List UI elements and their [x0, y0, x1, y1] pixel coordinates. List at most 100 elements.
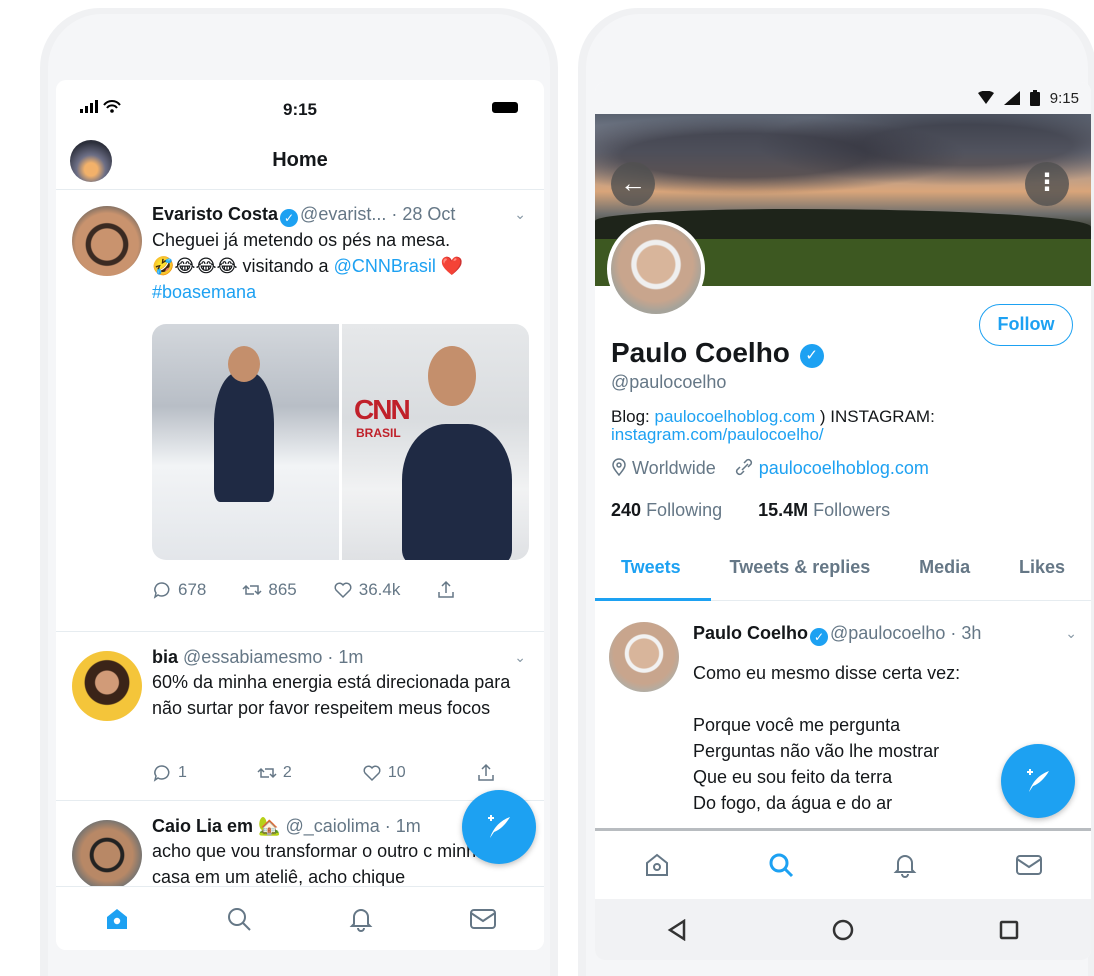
chevron-down-icon[interactable]: ⌄ — [1065, 620, 1077, 646]
tweet-header: bia @essabiamesmo · 1m — [152, 645, 526, 669]
home-icon[interactable] — [642, 850, 672, 880]
notifications-icon[interactable] — [346, 904, 376, 934]
tweet-author[interactable]: Paulo Coelho — [693, 623, 808, 643]
person-face — [228, 346, 260, 382]
share-icon — [438, 580, 455, 598]
tweet-author[interactable]: Caio Lia em 🏡 — [152, 816, 280, 836]
tweet-avatar[interactable] — [72, 651, 142, 721]
reply-icon — [153, 582, 170, 599]
more-button[interactable]: ⋮ — [1025, 162, 1069, 206]
tab-bar — [595, 831, 1091, 899]
share-button[interactable] — [436, 580, 456, 600]
profile-bio: Blog: paulocoelhoblog.com ) INSTAGRAM: i… — [611, 408, 1071, 444]
tweet-avatar[interactable] — [72, 820, 142, 886]
tweet-handle: @_caiolima — [285, 816, 380, 836]
like-button[interactable]: 36.4k — [333, 580, 400, 600]
back-button[interactable]: ← — [611, 162, 655, 206]
status-bar: 9:15 — [595, 82, 1091, 114]
bio-mid: ) INSTAGRAM: — [815, 407, 935, 426]
retweet-button[interactable]: 865 — [242, 580, 297, 600]
tweet-actions: 678 865 36.4k — [152, 580, 456, 600]
banner-clouds — [595, 114, 1091, 218]
tweet-line: 🤣😂😂😂 visitando a @CNNBrasil ❤️ — [152, 253, 526, 279]
tweet-avatar[interactable] — [72, 206, 142, 276]
tweet-author[interactable]: bia — [152, 647, 178, 667]
tweet-card[interactable]: bia @essabiamesmo · 1m ⌄ 60% da minha en… — [56, 633, 544, 801]
signal-icon — [1003, 91, 1020, 105]
tweet-body: Evaristo Costa ✓ @evarist... · 28 Oct ⌄ Ch… — [152, 202, 526, 305]
tweet-media[interactable]: CNN BRASIL — [152, 324, 529, 560]
share-button[interactable] — [476, 763, 496, 783]
heart-icon — [334, 582, 352, 599]
tweet-author[interactable]: Evaristo Costa — [152, 204, 278, 224]
website-link[interactable]: paulocoelhoblog.com — [759, 458, 929, 478]
nav-recents-icon[interactable] — [998, 919, 1020, 941]
search-icon[interactable] — [224, 904, 254, 934]
tweet-time: · 3h — [950, 623, 982, 643]
media-photo-2[interactable]: CNN BRASIL — [342, 324, 529, 560]
retweet-button[interactable]: 2 — [257, 763, 292, 783]
active-tab-indicator — [595, 598, 711, 601]
following-count: 240 — [611, 500, 642, 520]
tab-tweets[interactable]: Tweets — [621, 547, 681, 600]
media-photo-1[interactable] — [152, 324, 339, 560]
cnn-brasil-text: BRASIL — [356, 426, 401, 440]
chevron-down-icon[interactable]: ⌄ — [514, 206, 526, 223]
profile-name-text: Paulo Coelho — [611, 337, 790, 368]
profile-stats: 240 Following 15.4M Followers — [611, 500, 890, 521]
android-screen: 9:15 ← ⋮ Follow Paulo Coelho ✓ @paulocoe… — [595, 82, 1091, 960]
following-stat[interactable]: 240 Following — [611, 500, 722, 521]
tab-media[interactable]: Media — [919, 547, 970, 600]
bio-prefix: Blog: — [611, 407, 655, 426]
bio-blog-link[interactable]: paulocoelhoblog.com — [654, 407, 815, 426]
compose-tweet-button[interactable] — [1001, 744, 1075, 818]
hashtag-link[interactable]: #boasemana — [152, 279, 526, 305]
compose-icon — [488, 815, 510, 838]
reply-button[interactable]: 1 — [152, 763, 187, 783]
search-icon[interactable] — [766, 850, 796, 880]
android-nav-bar — [595, 899, 1091, 960]
bio-instagram-link[interactable]: instagram.com/paulocoelho/ — [611, 425, 824, 444]
nav-home-icon[interactable] — [831, 918, 855, 942]
reply-count: 678 — [178, 580, 207, 599]
verified-icon: ✓ — [799, 344, 824, 368]
notifications-icon[interactable] — [890, 850, 920, 880]
tweet-avatar[interactable] — [609, 622, 679, 692]
retweet-count: 2 — [282, 764, 292, 781]
mention-link[interactable]: @CNNBrasil — [334, 256, 436, 276]
reply-button[interactable]: 678 — [152, 580, 206, 600]
profile-meta: Worldwide paulocoelhoblog.com — [611, 458, 929, 479]
profile-handle: @paulocoelho — [611, 372, 727, 392]
tab-bar — [56, 886, 544, 950]
tab-tweets-replies[interactable]: Tweets & replies — [730, 547, 871, 600]
like-button[interactable]: 10 — [362, 763, 406, 783]
arrow-left-icon: ← — [620, 168, 646, 198]
home-icon[interactable] — [102, 904, 132, 934]
messages-icon[interactable] — [468, 904, 498, 934]
share-icon — [477, 763, 494, 781]
tweet-body: bia @essabiamesmo · 1m ⌄ 60% da minha en… — [152, 645, 526, 721]
website-item: paulocoelhoblog.com — [734, 458, 929, 479]
verified-icon: ✓ — [810, 628, 829, 646]
emoji-group: 🤣😂😂😂 — [152, 256, 238, 276]
retweet-icon — [257, 767, 277, 779]
tweet-actions: 1 2 10 — [152, 763, 496, 783]
home-header: Home — [56, 135, 544, 190]
followers-stat[interactable]: 15.4M Followers — [758, 500, 890, 521]
compose-tweet-button[interactable] — [462, 790, 536, 864]
tab-likes[interactable]: Likes — [1019, 547, 1065, 600]
wifi-icon — [977, 91, 994, 104]
tweet-header: Evaristo Costa ✓ @evarist... · 28 Oct — [152, 202, 526, 227]
nav-back-icon[interactable] — [666, 918, 688, 941]
location-item: Worldwide — [611, 458, 716, 479]
follow-button[interactable]: Follow — [979, 304, 1073, 346]
tweet-time: · 1m — [384, 816, 421, 836]
heart-emoji: ❤️ — [435, 256, 464, 276]
more-vertical-icon: ⋮ — [1035, 169, 1059, 196]
person-figure — [402, 424, 512, 560]
chevron-down-icon[interactable]: ⌄ — [514, 649, 526, 666]
messages-icon[interactable] — [1014, 850, 1044, 880]
profile-avatar[interactable] — [607, 220, 705, 318]
tweet-card[interactable]: Evaristo Costa ✓ @evarist... · 28 Oct ⌄ Ch… — [56, 192, 544, 632]
reply-icon — [153, 765, 170, 782]
